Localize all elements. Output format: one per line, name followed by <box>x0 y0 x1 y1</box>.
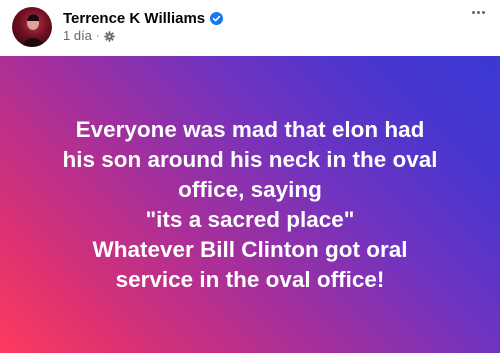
post-text-line: his son around his neck in the oval <box>62 146 438 172</box>
post-text-line: Everyone was mad that elon had <box>75 116 425 142</box>
post-header: Terrence K Williams 1 día · <box>0 0 500 54</box>
verified-badge-icon <box>210 11 224 25</box>
more-options-icon <box>471 10 485 14</box>
post-text-line: service in the oval office! <box>115 266 385 292</box>
avatar[interactable] <box>12 7 52 47</box>
post-timestamp[interactable]: 1 día <box>63 28 92 43</box>
post-text-line: office, saying <box>178 176 322 202</box>
post-background-card: Everyone was mad that elon had his son a… <box>0 56 500 353</box>
meta-separator: · <box>95 29 100 42</box>
author-name[interactable]: Terrence K Williams <box>63 10 205 27</box>
post-text-line: "its a sacred place" <box>145 206 355 232</box>
author-line: Terrence K Williams <box>63 9 224 27</box>
more-options-button[interactable] <box>464 2 492 22</box>
post-text-line: Whatever Bill Clinton got oral <box>92 236 408 262</box>
avatar-image <box>22 14 44 47</box>
post-text: Everyone was mad that elon had his son a… <box>15 115 485 295</box>
gear-icon[interactable] <box>103 30 115 42</box>
post-meta: 1 día · <box>63 28 115 43</box>
